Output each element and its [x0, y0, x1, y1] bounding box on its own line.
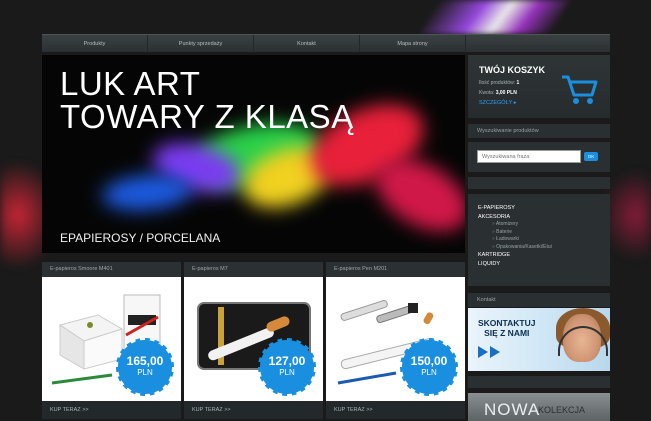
main-nav: Produkty Punkty sprzedaży Kontakt Mapa s… [42, 34, 610, 52]
shopping-cart-icon[interactable] [560, 73, 598, 105]
search-heading: Wyszukiwanie produktów [468, 124, 610, 138]
product-name[interactable]: E-papieros M7 [184, 262, 323, 277]
price-amount: 165,00 [126, 354, 164, 368]
category-item-kartridge[interactable]: KARTRIDGE [478, 251, 610, 260]
nav-item-kontakt[interactable]: Kontakt [254, 35, 360, 52]
new-collection-big: NOWA [484, 400, 541, 419]
price-amount: 150,00 [410, 354, 448, 368]
nav-item-mapa-strony[interactable]: Mapa strony [360, 35, 466, 52]
banner-subtitle: EPAPIEROSY / PORCELANA [60, 231, 221, 245]
new-collection-banner[interactable]: NOWA KOLEKCJA [468, 393, 610, 421]
cart-count-value: 1 [516, 80, 520, 86]
buy-now-link[interactable]: KUP TERAZ >> [42, 401, 181, 419]
cart-details-link[interactable]: SZCZEGÓŁY ▸ [479, 100, 517, 106]
cart-title: TWÓJ KOSZYK [479, 65, 546, 75]
subcategory-item-baterie[interactable]: Baterie [478, 229, 610, 237]
arrow-icons [478, 346, 500, 358]
category-item-liquidy[interactable]: LIQUIDY [478, 260, 610, 269]
banner-title-line2: TOWARY Z KLASĄ [60, 98, 354, 135]
product-name[interactable]: E-papieros Smoore M401 [42, 262, 181, 277]
product-card: E-papieros M7 127,00 PLN KUP TERAZ >> [184, 262, 323, 419]
price-badge: 150,00 PLN [400, 338, 459, 396]
nav-item-empty [466, 35, 610, 52]
cart-total-label: Kwota: [479, 90, 495, 96]
search-button[interactable]: OK [584, 152, 598, 161]
subcategory-item-ladowarki[interactable]: Ładowarki [478, 236, 610, 244]
smoke-blue [100, 171, 194, 214]
cart-count: Ilość produktów: 1 [479, 80, 519, 86]
contact-line2: SIĘ Z NAMI [484, 328, 530, 338]
category-list: E-PAPIEROSY AKCESORIA Atomizery Baterie … [468, 194, 610, 286]
cart-total: Kwota: 3,00 PLN [479, 90, 517, 96]
product-card: E-papieros Pen M201 150,00 PLN KUP TERAZ… [326, 262, 465, 419]
price-amount: 127,00 [268, 354, 306, 368]
subcategory-item-opakowania[interactable]: Opakowania/Kasetki/Etui [478, 244, 610, 252]
search-input[interactable] [477, 150, 581, 163]
category-item-akcesoria[interactable]: AKCESORIA [478, 213, 610, 222]
new-collection-small: KOLEKCJA [538, 405, 586, 415]
subcategory-item-atomizery[interactable]: Atomizery [478, 221, 610, 229]
banner-title: LUK ART TOWARY Z KLASĄ [60, 67, 354, 133]
price-badge: 127,00 PLN [258, 338, 317, 396]
contact-banner-text: SKONTAKTUJ SIĘ Z NAMI [478, 318, 535, 338]
buy-now-link[interactable]: KUP TERAZ >> [184, 401, 323, 419]
cart-total-value: 3,00 PLN [495, 90, 517, 96]
nav-item-produkty[interactable]: Produkty [42, 35, 148, 52]
product-name[interactable]: E-papieros Pen M201 [326, 262, 465, 277]
contact-heading: Kontakt [468, 293, 610, 307]
price-currency: PLN [279, 368, 295, 377]
background-smoke-top [420, 0, 570, 34]
search-panel: OK [468, 142, 610, 172]
contact-banner[interactable]: SKONTAKTUJ SIĘ Z NAMI [468, 308, 610, 371]
price-currency: PLN [137, 368, 153, 377]
sidebar-divider [468, 376, 610, 388]
cart-count-label: Ilość produktów: [479, 80, 516, 86]
hero-banner: LUK ART TOWARY Z KLASĄ EPAPIEROSY / PORC… [42, 55, 465, 253]
product-image[interactable]: 165,00 PLN [42, 277, 181, 401]
nav-item-punkty-sprzedazy[interactable]: Punkty sprzedaży [148, 35, 254, 52]
categories-heading [468, 177, 610, 189]
product-card: E-papieros Smoore M401 165,00 PLN KUP TE… [42, 262, 181, 419]
product-image[interactable]: 127,00 PLN [184, 277, 323, 401]
product-image[interactable]: 150,00 PLN [326, 277, 465, 401]
banner-title-line1: LUK ART [60, 65, 201, 102]
buy-now-link[interactable]: KUP TERAZ >> [326, 401, 465, 419]
category-item-e-papierosy[interactable]: E-PAPIEROSY [478, 204, 610, 213]
cart-panel: TWÓJ KOSZYK Ilość produktów: 1 Kwota: 3,… [468, 55, 610, 118]
contact-line1: SKONTAKTUJ [478, 318, 536, 328]
price-currency: PLN [421, 368, 437, 377]
price-badge: 165,00 PLN [116, 338, 175, 396]
